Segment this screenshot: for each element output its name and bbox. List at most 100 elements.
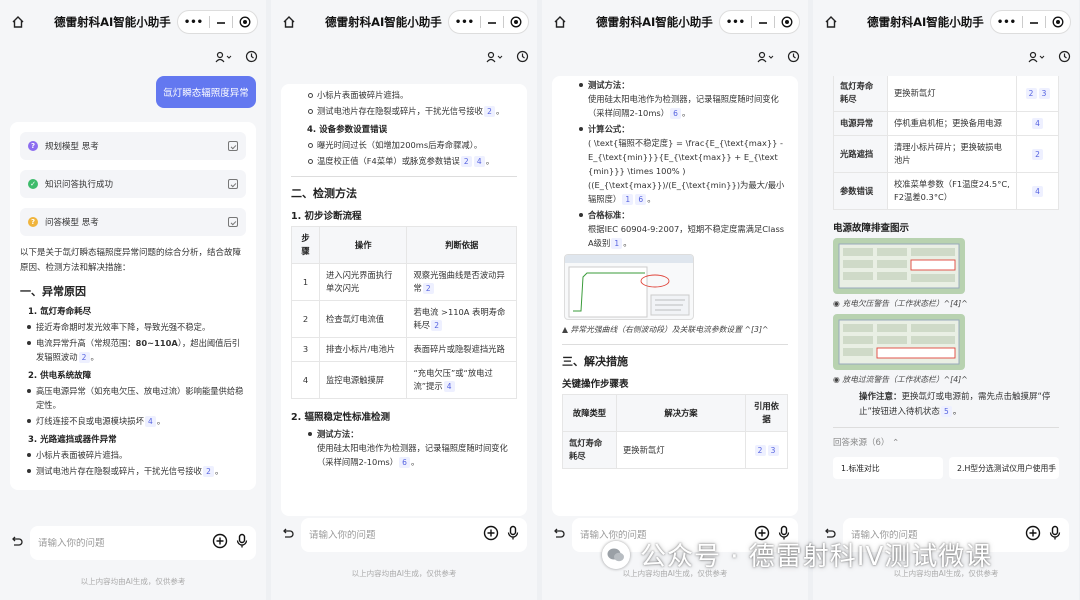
user-icon[interactable] <box>757 48 775 67</box>
citation-badge[interactable]: 6 <box>635 194 647 205</box>
target-icon[interactable] <box>781 13 793 32</box>
target-icon[interactable] <box>1052 13 1064 32</box>
disclaimer: 以上内容均由AI生成，仅供参考 <box>351 569 457 578</box>
citation-badge[interactable]: 4 <box>1032 118 1043 129</box>
minimize-icon[interactable] <box>758 13 768 32</box>
citation-badge[interactable]: 1 <box>611 238 623 249</box>
list-item: 计算公式：( \text{辐照不稳定度} = \frac{E_{\text{ma… <box>579 122 788 206</box>
user-icon[interactable] <box>486 48 504 67</box>
history-icon[interactable] <box>245 48 258 67</box>
sources-toggle[interactable]: 回答来源（6） ⌃ <box>833 436 1059 451</box>
citation-badge[interactable]: 4 <box>473 156 485 167</box>
history-icon[interactable] <box>516 48 529 67</box>
chat-scroll[interactable]: 测试方法： 使用硅太阳电池作为检测器，记录辐照度随时间变化（采样间隔2-10ms）… <box>552 76 798 516</box>
sub-heading: 1. 氙灯寿命耗尽 <box>28 307 92 317</box>
mic-icon[interactable] <box>1049 525 1061 545</box>
source-item[interactable]: 2.H型分选测试仪用户使用手 <box>949 456 1059 479</box>
list-item: 合格标准： 根据IEC 60904-9:2007，短期不稳定度需满足Class A… <box>579 208 788 250</box>
plus-circle-icon[interactable] <box>212 533 228 553</box>
citation-badge[interactable]: 4 <box>1032 185 1043 197</box>
capsule-menu: ••• <box>718 10 800 34</box>
collapse-icon[interactable] <box>228 141 238 151</box>
minimize-icon[interactable] <box>487 13 497 32</box>
more-dots-icon[interactable]: ••• <box>184 17 203 28</box>
chat-scroll[interactable]: 小标片表面被碎片遮挡。 测试电池片存在隐裂或碎片，干扰光信号接收 2。 4. 设备… <box>281 84 527 516</box>
mic-icon[interactable] <box>507 525 519 545</box>
citation-badge[interactable]: 2 <box>1025 87 1037 99</box>
step-answer[interactable]: ? 问答模型 思考 <box>20 208 246 236</box>
citation-badge[interactable]: 3 <box>1038 87 1050 99</box>
figure-caption: ◉ 放电过流警告（工作状态栏）^[4]^ <box>833 375 968 384</box>
more-dots-icon[interactable]: ••• <box>455 17 474 28</box>
undervoltage-screenshot-image[interactable] <box>833 238 965 294</box>
list-item: 高压电源异常（如充电欠压、放电过流）影响能量供给稳定性。 <box>27 384 246 412</box>
citation-badge[interactable]: 2 <box>754 444 766 456</box>
answer-card: 小标片表面被碎片遮挡。 测试电池片存在隐裂或碎片，干扰光信号接收 2。 4. 设备… <box>281 84 527 516</box>
answer-card: ? 规划模型 思考 ✓ 知识问答执行成功 ? 问答模型 思考 以下是关于氙灯瞬态辐照度… <box>10 122 256 490</box>
step-planning[interactable]: ? 规划模型 思考 <box>20 132 246 160</box>
user-toolbar <box>757 46 800 68</box>
chat-scroll[interactable]: 氙灯寿命耗尽 更换新氙灯 2 3 电源异常 停机重启机柜；更换备用电源 4 光路遮挡 清理小… <box>823 76 1069 516</box>
citation-badge[interactable]: 2 <box>460 156 472 167</box>
source-item[interactable]: 1.标准对比 <box>833 456 943 479</box>
plus-circle-icon[interactable] <box>483 525 499 545</box>
home-icon[interactable] <box>8 12 28 32</box>
citation-badge[interactable]: 2 <box>483 106 495 117</box>
collapse-icon[interactable] <box>228 217 238 227</box>
citation-badge[interactable]: 4 <box>443 381 455 392</box>
chat-panel-4: 德雷射科AI智能小助手 ••• 氙灯寿命耗尽 更换新氙灯 2 3 电源异常 停机重启机柜… <box>813 0 1079 600</box>
figure-title: 电源故障排查图示 <box>833 223 910 234</box>
citation-badge[interactable]: 1 <box>622 194 634 205</box>
plus-circle-icon[interactable] <box>1025 525 1041 545</box>
question-input[interactable] <box>309 529 475 541</box>
citation-badge[interactable]: 3 <box>767 444 779 456</box>
user-icon[interactable] <box>215 48 233 67</box>
home-icon[interactable] <box>279 12 299 32</box>
table-row: 光路遮挡 清理小标片碎片；更换破损电池片 2 <box>833 135 1059 173</box>
attach-icon[interactable] <box>552 526 566 545</box>
chevron-up-icon: ⌃ <box>892 438 900 448</box>
app-title: 德雷射科AI智能小助手 <box>54 15 171 29</box>
sub-heading: 关键操作步骤表 <box>562 379 629 390</box>
target-icon[interactable] <box>239 13 251 32</box>
chat-panel-1: 德雷射科AI智能小助手 ••• 氙灯瞬态辐照度异常 ? 规划模型 思考 ✓ 知识问答… <box>0 0 266 600</box>
home-icon[interactable] <box>550 12 570 32</box>
citation-badge[interactable]: 4 <box>144 416 156 427</box>
capsule-menu: ••• <box>989 10 1071 34</box>
history-icon[interactable] <box>1058 48 1071 67</box>
question-input[interactable] <box>38 537 204 549</box>
user-icon[interactable] <box>1028 48 1046 67</box>
citation-badge[interactable]: 2 <box>78 352 90 363</box>
minimize-icon[interactable] <box>1029 13 1039 32</box>
citation-badge[interactable]: 2 <box>422 283 434 294</box>
table-header: 判断依据 <box>406 226 517 264</box>
minimize-icon[interactable] <box>216 13 226 32</box>
overcurrent-screenshot-image[interactable] <box>833 314 965 370</box>
citation-badge[interactable]: 6 <box>670 108 682 119</box>
citation-badge[interactable]: 6 <box>399 457 411 468</box>
attach-icon[interactable] <box>281 526 295 545</box>
table-row: 电源异常 停机重启机柜；更换备用电源 4 <box>833 111 1059 136</box>
history-icon[interactable] <box>787 48 800 67</box>
bullet-list: 测试方法： 使用硅太阳电池作为检测器，记录辐照度随时间变化（采样间隔2-10ms）… <box>291 427 517 469</box>
step-knowledge[interactable]: ✓ 知识问答执行成功 <box>20 170 246 198</box>
home-icon[interactable] <box>821 12 841 32</box>
chat-scroll[interactable]: 氙灯瞬态辐照度异常 ? 规划模型 思考 ✓ 知识问答执行成功 ? 问答模型 思考 以下… <box>10 76 256 518</box>
curve-screenshot-image[interactable] <box>564 254 694 320</box>
citation-badge[interactable]: 2 <box>431 320 443 331</box>
more-dots-icon[interactable]: ••• <box>726 17 745 28</box>
more-dots-icon[interactable]: ••• <box>997 17 1016 28</box>
mic-icon[interactable] <box>236 533 248 553</box>
citation-badge[interactable]: 2 <box>202 466 214 477</box>
citation-badge[interactable]: 5 <box>940 405 952 417</box>
target-icon[interactable] <box>510 13 522 32</box>
question-icon: ? <box>28 141 38 151</box>
citation-badge[interactable]: 2 <box>1032 148 1043 160</box>
attach-icon[interactable] <box>10 534 24 553</box>
question-input-box[interactable] <box>30 526 256 560</box>
sources-list: 1.标准对比 2.H型分选测试仪用户使用手 <box>833 456 1059 479</box>
divider <box>562 344 788 345</box>
list-item: 电流异常升高（常规范围：80~110A），超出阈值后引发辐照波动 2。 <box>27 336 246 364</box>
question-input-box[interactable] <box>301 518 527 552</box>
collapse-icon[interactable] <box>228 179 238 189</box>
